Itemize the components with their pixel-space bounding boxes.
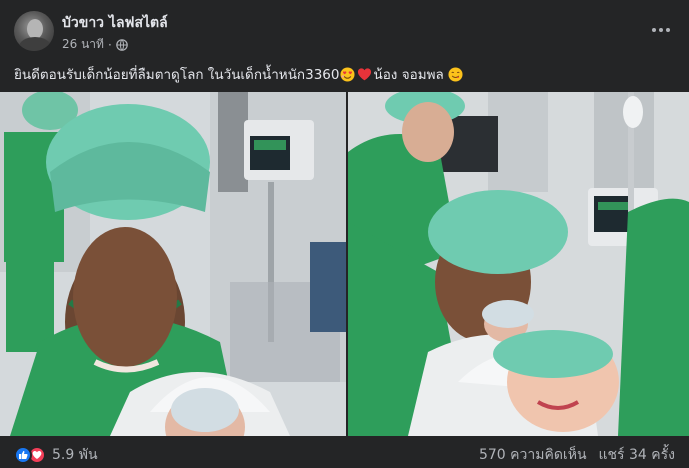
heart-eyes-face-icon [340, 66, 355, 82]
engagement-stats: 570 ความคิดเห็น แชร์ 34 ครั้ง [479, 444, 675, 466]
shares-count-link[interactable]: แชร์ 34 ครั้ง [599, 444, 675, 466]
facebook-post: บัวขาว ไลฟสไตล์ 26 นาที · ยินดีตอนรับเด็… [0, 0, 689, 468]
author-avatar[interactable] [14, 11, 54, 51]
post-header: บัวขาว ไลฟสไตล์ 26 นาที · [14, 10, 675, 54]
photo-father-holding-newborn[interactable] [0, 92, 346, 436]
post-footer: 5.9 พัน 570 ความคิดเห็น แชร์ 34 ครั้ง [14, 440, 675, 466]
post-meta: 26 นาที · [62, 35, 128, 54]
reaction-summary[interactable]: 5.9 พัน [14, 444, 98, 466]
more-options-icon[interactable] [647, 16, 675, 44]
post-caption: ยินดีตอนรับเด็กน้อยที่ลืมตาดูโลก ในวันเด… [14, 63, 675, 85]
reaction-count: 5.9 พัน [52, 447, 98, 463]
caption-text-main: ยินดีตอนรับเด็กน้อยที่ลืมตาดูโลก ในวันเด… [14, 67, 340, 83]
face-savoring-food-icon [448, 66, 463, 82]
author-name[interactable]: บัวขาว ไลฟสไตล์ [62, 12, 168, 34]
red-heart-icon [358, 67, 372, 80]
caption-text-name: น้อง จอมพล [373, 67, 444, 83]
meta-separator: · [107, 37, 112, 52]
comments-count-link[interactable]: 570 ความคิดเห็น [479, 444, 587, 466]
photo-father-kissing-newborn-with-mother[interactable] [348, 92, 689, 436]
globe-icon[interactable] [115, 38, 128, 51]
like-icon [14, 446, 32, 464]
photo-grid [0, 92, 689, 436]
post-timestamp[interactable]: 26 นาที [62, 35, 104, 54]
